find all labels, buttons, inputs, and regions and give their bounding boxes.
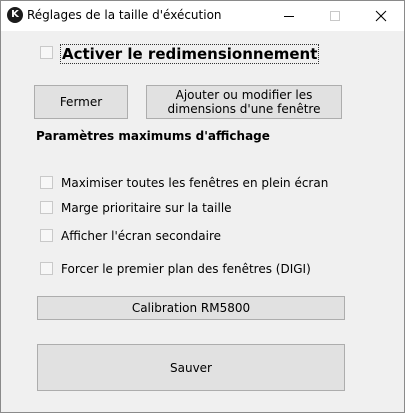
priority-margin-checkbox[interactable] — [40, 201, 53, 214]
close-button[interactable]: Fermer — [34, 85, 128, 119]
k-logo-icon: K — [7, 7, 23, 23]
window-title: Réglages de la taille d'éxécution — [27, 8, 222, 22]
close-window-button[interactable] — [358, 1, 404, 31]
maximize-fullscreen-label[interactable]: Maximiser toutes les fenêtres en plein é… — [61, 176, 328, 190]
force-foreground-label[interactable]: Forcer le premier plan des fenêtres (DIG… — [61, 262, 311, 276]
secondary-screen-label[interactable]: Afficher l'écran secondaire — [61, 229, 221, 243]
enable-resize-label[interactable]: Activer le redimensionnement — [60, 44, 320, 64]
enable-resize-checkbox[interactable] — [40, 46, 53, 59]
add-modify-dimensions-button[interactable]: Ajouter ou modifier les dimensions d'une… — [146, 85, 342, 119]
max-display-heading: Paramètres maximums d'affichage — [36, 129, 270, 143]
settings-window: K Réglages de la taille d'éxécution Acti… — [0, 0, 405, 413]
save-button[interactable]: Sauver — [37, 344, 345, 391]
maximize-icon — [330, 11, 340, 21]
force-foreground-checkbox[interactable] — [40, 262, 53, 275]
close-icon — [375, 10, 387, 22]
secondary-screen-checkbox[interactable] — [40, 229, 53, 242]
calibration-button[interactable]: Calibration RM5800 — [37, 296, 345, 320]
priority-margin-label[interactable]: Marge prioritaire sur la taille — [61, 201, 232, 215]
title-bar[interactable]: K Réglages de la taille d'éxécution — [1, 1, 404, 31]
minimize-button[interactable] — [266, 1, 312, 31]
maximize-fullscreen-checkbox[interactable] — [40, 176, 53, 189]
minimize-icon — [284, 16, 294, 17]
maximize-button[interactable] — [312, 1, 358, 31]
